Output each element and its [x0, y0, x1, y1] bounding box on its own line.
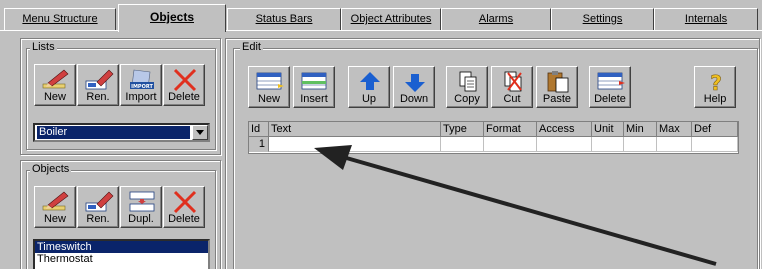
annotation-arrow: [314, 145, 717, 266]
annotation-arrow-shaft: [335, 153, 717, 266]
tab-objects[interactable]: Objects: [118, 4, 226, 32]
tab-label: Objects: [149, 10, 194, 24]
annotation-arrow-head: [314, 145, 352, 170]
